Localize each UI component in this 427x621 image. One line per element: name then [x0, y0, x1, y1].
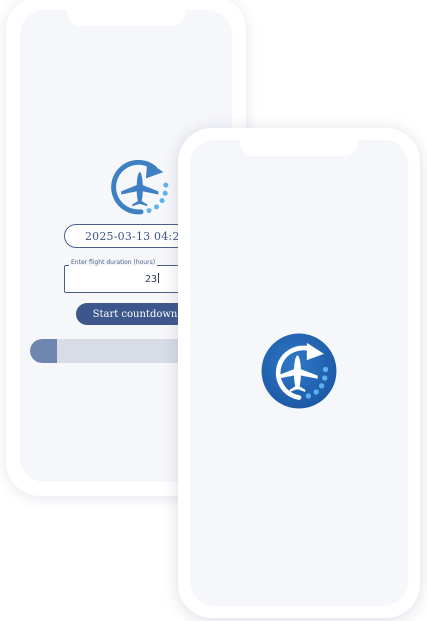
- flight-duration-label: Enter flight duration (hours): [69, 259, 158, 266]
- mockup-stage: 2025-03-13 04:20:32 Enter flight duratio…: [0, 0, 427, 621]
- countdown-progress-fill: [30, 339, 57, 363]
- phone-notch: [67, 10, 185, 26]
- plane-countdown-icon: [261, 333, 337, 409]
- text-caret: [158, 273, 159, 283]
- start-countdown-button[interactable]: Start countdown: [76, 303, 194, 325]
- phone-notch: [240, 140, 358, 156]
- plane-countdown-icon: [111, 159, 169, 215]
- phone-front: [178, 128, 420, 618]
- splash-screen: [190, 140, 408, 606]
- flight-duration-value: 23: [144, 274, 157, 285]
- flight-duration-value-wrap: 23: [145, 273, 159, 285]
